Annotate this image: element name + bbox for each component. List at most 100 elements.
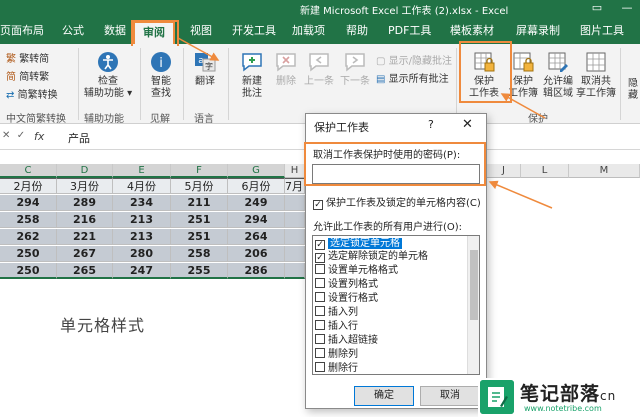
cancel-button[interactable]: 取消 xyxy=(420,386,480,406)
list-item[interactable]: 删除列 xyxy=(315,348,465,361)
table-cell[interactable]: 258 xyxy=(171,246,228,262)
show-hide-comment-icon: ▢ xyxy=(376,56,386,67)
list-item[interactable]: ✓ 选定解除锁定的单元格 xyxy=(315,250,465,263)
permissions-list[interactable]: ✓ 选定锁定单元格 ✓ 选定解除锁定的单元格 设置单元格格式 设置列格式 设置行格式… xyxy=(312,235,480,375)
list-item[interactable]: 设置单元格格式 xyxy=(315,264,465,277)
column-header-c[interactable]: C xyxy=(0,164,57,178)
title-bar: 新建 Microsoft Excel 工作表 (2).xlsx - Excel … xyxy=(0,0,640,18)
smart-lookup-button[interactable]: i 智能 查找 xyxy=(144,50,178,100)
table-cell[interactable]: 206 xyxy=(228,246,285,262)
table-cell[interactable]: 213 xyxy=(113,212,171,228)
protect-contents-checkbox[interactable]: ✓ 保护工作表及锁定的单元格内容(C) xyxy=(313,194,481,210)
column-header-m[interactable]: M xyxy=(569,164,640,178)
trad-to-simp-button[interactable]: 繁 繁转简 xyxy=(6,50,49,65)
table-header-cell[interactable]: 6月份 xyxy=(228,178,285,194)
list-item[interactable]: 插入列 xyxy=(315,306,465,319)
help-icon[interactable]: ? xyxy=(428,118,434,131)
ok-button[interactable]: 确定 xyxy=(354,386,414,406)
table-cell[interactable]: 294 xyxy=(0,195,57,211)
tab-formulas[interactable]: 公式 xyxy=(62,21,84,41)
list-item[interactable]: 插入超链接 xyxy=(315,334,465,347)
show-all-comments-button[interactable]: ▤ 显示所有批注 xyxy=(376,70,449,85)
table-cell[interactable]: 294 xyxy=(228,212,285,228)
close-icon[interactable]: ✕ xyxy=(462,117,473,132)
tab-developer[interactable]: 开发工具 xyxy=(232,21,276,41)
table-cell[interactable]: 250 xyxy=(0,263,57,279)
list-scrollbar[interactable] xyxy=(467,236,479,374)
table-cell[interactable]: 289 xyxy=(57,195,113,211)
checkbox-icon xyxy=(315,292,325,302)
delete-comment-button[interactable]: 删除 xyxy=(272,50,300,88)
simp-to-trad-button[interactable]: 简 简转繁 xyxy=(6,68,49,83)
tab-screen-record[interactable]: 屏幕录制 xyxy=(516,21,560,41)
tab-picture-tools[interactable]: 图片工具 xyxy=(580,21,624,41)
table-header-cell[interactable]: 4月份 xyxy=(113,178,171,194)
column-header-g[interactable]: G xyxy=(228,164,285,178)
table-header-cell[interactable]: 3月份 xyxy=(57,178,113,194)
table-cell[interactable]: 250 xyxy=(0,246,57,262)
ribbon-separator xyxy=(620,48,621,120)
tab-page-layout[interactable]: 页面布局 xyxy=(0,21,44,41)
table-cell[interactable]: 255 xyxy=(171,263,228,279)
table-cell[interactable]: 213 xyxy=(113,229,171,245)
table-cell[interactable]: 265 xyxy=(57,263,113,279)
name-box-controls[interactable]: ✕ ✓ xyxy=(2,130,25,141)
allow-edit-ranges-button[interactable]: 允许编 辑区域 xyxy=(540,50,576,100)
table-cell[interactable]: 211 xyxy=(171,195,228,211)
column-header-h[interactable]: H xyxy=(285,164,305,178)
convert-button[interactable]: ⇄ 简繁转换 xyxy=(6,86,58,101)
table-cell[interactable]: 264 xyxy=(228,229,285,245)
table-cell[interactable]: 216 xyxy=(57,212,113,228)
table-cell[interactable]: 286 xyxy=(228,263,285,279)
list-item[interactable]: ✓ 选定锁定单元格 xyxy=(315,237,465,250)
table-cell[interactable]: 251 xyxy=(171,212,228,228)
table-cell[interactable]: 267 xyxy=(57,246,113,262)
list-item[interactable]: 删除行 xyxy=(315,362,465,374)
table-header-cell[interactable]: 2月份 xyxy=(0,178,57,194)
column-header-f[interactable]: F xyxy=(171,164,228,178)
table-cell[interactable] xyxy=(285,229,305,245)
table-header-cell[interactable]: 7月 xyxy=(285,178,305,194)
previous-comment-button[interactable]: 上一条 xyxy=(302,50,336,88)
table-cell[interactable] xyxy=(285,212,305,228)
table-cell[interactable]: 234 xyxy=(113,195,171,211)
tab-help[interactable]: 帮助 xyxy=(346,21,368,41)
formula-input[interactable]: 产品 xyxy=(68,130,90,146)
show-hide-comment-button[interactable]: ▢ 显示/隐藏批注 xyxy=(376,52,452,67)
table-cell[interactable] xyxy=(285,263,305,279)
column-header-d[interactable]: D xyxy=(57,164,113,178)
insert-function-icon[interactable]: fx xyxy=(34,130,44,143)
table-cell[interactable]: 221 xyxy=(57,229,113,245)
list-item[interactable]: 设置行格式 xyxy=(315,292,465,305)
tab-addins[interactable]: 加载项 xyxy=(292,21,325,41)
list-item[interactable]: 插入行 xyxy=(315,320,465,333)
table-cell[interactable]: 280 xyxy=(113,246,171,262)
table-cell[interactable] xyxy=(285,195,305,211)
table-cell[interactable]: 249 xyxy=(228,195,285,211)
hide-button-partial[interactable]: 隐藏 xyxy=(624,78,640,102)
ribbon-display-icon[interactable]: ▭ xyxy=(590,1,604,15)
column-header-e[interactable]: E xyxy=(113,164,171,178)
minimize-icon[interactable]: — xyxy=(620,1,634,15)
table-cell[interactable] xyxy=(285,246,305,262)
check-accessibility-button[interactable]: 检查 辅助功能 ▾ xyxy=(82,50,134,100)
password-highlight xyxy=(304,142,486,186)
table-cell[interactable]: 247 xyxy=(113,263,171,279)
tab-data[interactable]: 数据 xyxy=(104,21,126,41)
column-header-l[interactable]: L xyxy=(521,164,569,178)
scroll-thumb[interactable] xyxy=(470,250,478,320)
new-comment-button[interactable]: 新建 批注 xyxy=(234,50,270,100)
translate-button[interactable]: a字 翻译 xyxy=(188,50,222,88)
list-item[interactable]: 设置列格式 xyxy=(315,278,465,291)
unshare-workbook-button[interactable]: 取消共 享工作簿 xyxy=(576,50,616,100)
column-header-j[interactable]: J xyxy=(487,164,521,178)
table-cell[interactable]: 251 xyxy=(171,229,228,245)
table-cell[interactable]: 262 xyxy=(0,229,57,245)
tab-view[interactable]: 视图 xyxy=(190,21,212,41)
group-label-accessibility: 辅助功能 xyxy=(84,114,124,125)
next-comment-button[interactable]: 下一条 xyxy=(338,50,372,88)
table-header-cell[interactable]: 5月份 xyxy=(171,178,228,194)
tab-templates[interactable]: 模板素材 xyxy=(450,21,494,41)
table-cell[interactable]: 258 xyxy=(0,212,57,228)
tab-pdf-tools[interactable]: PDF工具 xyxy=(388,21,431,41)
